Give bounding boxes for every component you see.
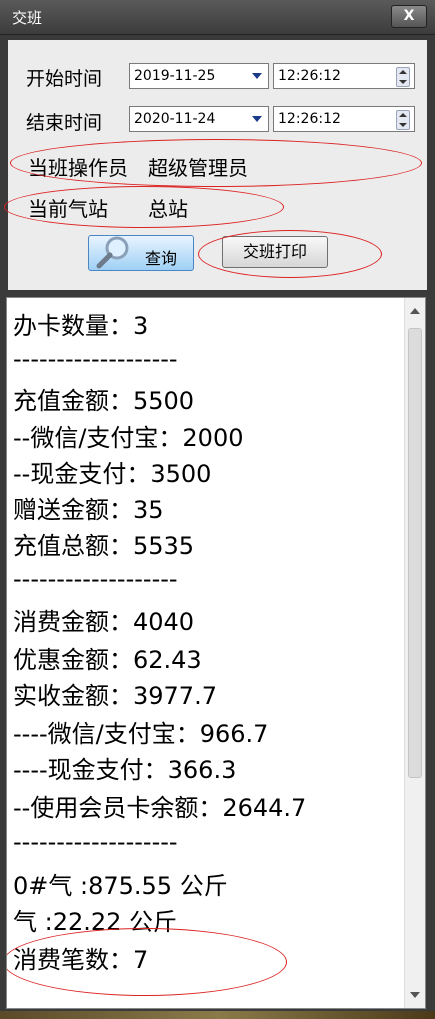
background-strip (0, 1011, 435, 1019)
report-line: 充值金额：5500 (13, 387, 195, 415)
filter-panel: 开始时间 2019-11-25 12:26:12 结束时间 2020-11-24… (4, 40, 427, 290)
report-line: 赠送金额：35 (13, 496, 164, 524)
report-line: ------------------- (13, 565, 178, 593)
report-line: ------------------- (13, 345, 178, 373)
spinner-icon[interactable] (396, 110, 410, 130)
start-time-value: 12:26:12 (278, 68, 341, 84)
end-date-picker[interactable]: 2020-11-24 (129, 106, 269, 132)
report-line: 办卡数量：3 (13, 312, 149, 340)
end-date-value: 2020-11-24 (134, 111, 216, 127)
annotation-ellipse (198, 230, 382, 278)
spinner-icon[interactable] (396, 67, 410, 87)
query-label: 查询 (145, 249, 178, 268)
report-line: ------------------- (13, 828, 178, 856)
title-bar: 交班 X (0, 0, 435, 35)
scroll-up-icon[interactable] (410, 308, 420, 314)
end-time-label: 结束时间 (26, 112, 103, 134)
report-textbox[interactable]: 办卡数量：3 ------------------- 充值金额：5500 --微信/支… (6, 297, 426, 1009)
end-time-field[interactable]: 12:26:12 (273, 106, 415, 132)
start-time-field[interactable]: 12:26:12 (273, 63, 415, 89)
query-button[interactable]: 查询 (88, 235, 194, 271)
report-line: 优惠金额：62.43 (13, 646, 202, 674)
magnifier-icon (96, 236, 129, 269)
report-line: --现金支付：3500 (13, 460, 212, 488)
annotation-ellipse (10, 139, 422, 187)
chevron-down-icon[interactable] (252, 73, 262, 79)
end-time-value: 12:26:12 (278, 111, 341, 127)
annotation-ellipse (7, 928, 287, 996)
report-line: 实收金额：3977.7 (13, 682, 217, 710)
close-icon: X (403, 8, 415, 24)
close-button[interactable]: X (391, 5, 427, 28)
report-line: ----微信/支付宝：966.7 (13, 720, 269, 748)
vertical-scrollbar[interactable] (404, 298, 425, 1008)
shift-handover-window: 交班 X 开始时间 2019-11-25 12:26:12 结束时间 2020-… (0, 0, 435, 1019)
report-line: --微信/支付宝：2000 (13, 424, 244, 452)
report-line: 0#气 :875.55 公斤 (13, 872, 228, 900)
scrollbar-thumb[interactable] (408, 328, 422, 778)
window-title: 交班 (12, 9, 43, 27)
report-line: 充值总额：5535 (13, 532, 195, 560)
start-date-value: 2019-11-25 (134, 68, 216, 84)
start-time-label: 开始时间 (26, 68, 103, 90)
report-line: ----现金支付：366.3 (13, 756, 237, 784)
annotation-ellipse (4, 186, 284, 228)
start-date-picker[interactable]: 2019-11-25 (129, 63, 269, 89)
report-line: 消费金额：4040 (13, 608, 195, 636)
report-line: --使用会员卡余额：2644.7 (13, 794, 307, 822)
scroll-down-icon[interactable] (410, 992, 420, 998)
chevron-down-icon[interactable] (252, 116, 262, 122)
